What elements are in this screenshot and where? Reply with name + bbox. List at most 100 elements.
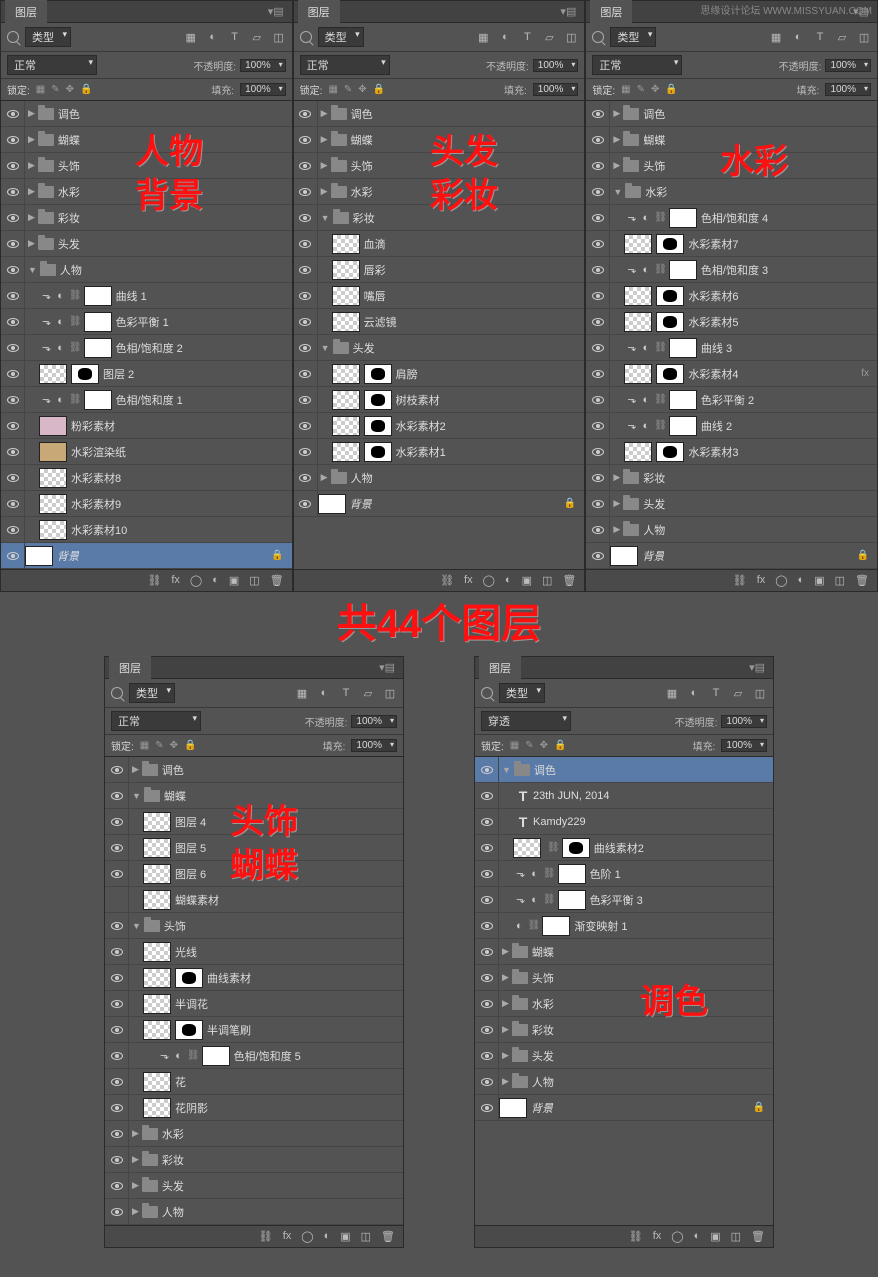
mask-thumbnail[interactable] <box>364 390 392 410</box>
visibility-toggle[interactable] <box>1 101 25 126</box>
mask-thumbnail[interactable] <box>558 864 586 884</box>
visibility-toggle[interactable] <box>586 101 610 126</box>
expand-arrow-icon[interactable]: ▶ <box>129 1128 142 1139</box>
visibility-toggle[interactable] <box>1 387 25 412</box>
layer-row[interactable]: ▶头发 <box>586 491 877 517</box>
layer-row[interactable]: T23th JUN, 2014 <box>475 783 773 809</box>
fill-input[interactable]: 100% <box>721 739 767 752</box>
visibility-toggle[interactable] <box>586 413 610 438</box>
lock-paint-icon[interactable]: ✎ <box>155 740 163 751</box>
layer-thumbnail[interactable] <box>332 234 360 254</box>
expand-arrow-icon[interactable]: ▶ <box>129 1154 142 1165</box>
layer-row[interactable]: ⬎◐⛓色彩平衡 3 <box>475 887 773 913</box>
layer-thumbnail[interactable] <box>39 520 67 540</box>
layer-row[interactable]: ◐⛓渐变映射 1 <box>475 913 773 939</box>
layer-row[interactable]: 水彩素材2 <box>294 413 585 439</box>
visibility-toggle[interactable] <box>105 809 129 834</box>
mask-thumbnail[interactable] <box>656 442 684 462</box>
expand-arrow-icon[interactable]: ▶ <box>610 134 623 145</box>
layer-name[interactable]: 人物 <box>532 1074 554 1090</box>
layer-row[interactable]: ⬎◐⛓曲线 3 <box>586 335 877 361</box>
visibility-toggle[interactable] <box>294 231 318 256</box>
layer-name[interactable]: 渐变映射 1 <box>574 918 627 934</box>
mask-icon[interactable]: ◯ <box>301 1230 313 1243</box>
filter-smart-icon[interactable]: ◫ <box>564 30 578 44</box>
visibility-toggle[interactable] <box>586 127 610 152</box>
filter-adjustment-icon[interactable]: ◐ <box>687 686 701 700</box>
layer-row[interactable]: 唇彩 <box>294 257 585 283</box>
filter-pixel-icon[interactable]: ▦ <box>665 686 679 700</box>
layer-name[interactable]: 蝴蝶 <box>58 132 80 148</box>
mask-icon[interactable]: ◯ <box>483 574 495 587</box>
filter-shape-icon[interactable]: ▱ <box>250 30 264 44</box>
panel-menu-icon[interactable]: ▾▤ <box>264 5 288 18</box>
layer-row[interactable]: 半调笔刷 <box>105 1017 403 1043</box>
layer-name[interactable]: 蝴蝶 <box>532 944 554 960</box>
lock-position-icon[interactable]: ✥ <box>358 84 366 95</box>
visibility-toggle[interactable] <box>1 257 25 282</box>
layer-name[interactable]: 花阴影 <box>175 1100 208 1116</box>
lock-paint-icon[interactable]: ✎ <box>525 740 533 751</box>
layer-name[interactable]: 光线 <box>175 944 197 960</box>
fill-input[interactable]: 100% <box>533 83 579 96</box>
mask-icon[interactable]: ◯ <box>671 1230 683 1243</box>
layers-tab[interactable]: 图层 <box>590 0 632 23</box>
expand-arrow-icon[interactable]: ▶ <box>318 472 331 483</box>
visibility-toggle[interactable] <box>475 991 499 1016</box>
expand-arrow-icon[interactable]: ▶ <box>610 160 623 171</box>
layer-thumbnail[interactable] <box>332 416 360 436</box>
fill-input[interactable]: 100% <box>351 739 397 752</box>
layer-name[interactable]: 图层 4 <box>175 814 206 830</box>
layer-thumbnail[interactable] <box>39 494 67 514</box>
layer-row[interactable]: 水彩素材8 <box>1 465 292 491</box>
layer-row[interactable]: ▶头发 <box>1 231 292 257</box>
layer-name[interactable]: 23th JUN, 2014 <box>533 790 609 802</box>
filter-shape-icon[interactable]: ▱ <box>731 686 745 700</box>
expand-arrow-icon[interactable]: ▶ <box>610 498 623 509</box>
mask-thumbnail[interactable] <box>656 364 684 384</box>
lock-all-icon[interactable]: 🔒 <box>184 740 196 751</box>
layer-name[interactable]: 色相/饱和度 5 <box>234 1048 301 1064</box>
visibility-toggle[interactable] <box>105 1043 129 1068</box>
layer-row[interactable]: 水彩素材1 <box>294 439 585 465</box>
layer-name[interactable]: 调色 <box>162 762 184 778</box>
expand-arrow-icon[interactable]: ▶ <box>499 972 512 983</box>
layer-name[interactable]: 背景 <box>57 548 79 564</box>
visibility-toggle[interactable] <box>294 387 318 412</box>
layer-row[interactable]: ▼调色 <box>475 757 773 783</box>
expand-arrow-icon[interactable]: ▶ <box>318 134 331 145</box>
layer-thumbnail[interactable] <box>143 812 171 832</box>
expand-arrow-icon[interactable]: ▼ <box>129 921 144 931</box>
link-layers-icon[interactable]: ⛓ <box>147 574 161 587</box>
expand-arrow-icon[interactable]: ▼ <box>318 213 333 223</box>
filter-pixel-icon[interactable]: ▦ <box>295 686 309 700</box>
layer-row[interactable]: 花 <box>105 1069 403 1095</box>
layer-name[interactable]: 蝴蝶 <box>351 132 373 148</box>
layer-row[interactable]: ⬎◐⛓曲线 2 <box>586 413 877 439</box>
visibility-toggle[interactable] <box>475 1069 499 1094</box>
delete-icon[interactable]: 🗑 <box>855 574 869 587</box>
filter-text-icon[interactable]: T <box>339 686 353 700</box>
layer-thumbnail[interactable] <box>143 890 171 910</box>
layer-row[interactable]: ▶头饰 <box>1 153 292 179</box>
visibility-toggle[interactable] <box>475 835 499 860</box>
layer-thumbnail[interactable] <box>143 1020 171 1040</box>
group-icon[interactable]: ▣ <box>710 1230 720 1243</box>
layer-name[interactable]: 树枝素材 <box>396 392 440 408</box>
layer-row[interactable]: ▶蝴蝶 <box>586 127 877 153</box>
layer-name[interactable]: 调色 <box>643 106 665 122</box>
visibility-toggle[interactable] <box>294 179 318 204</box>
lock-position-icon[interactable]: ✥ <box>66 84 74 95</box>
filter-type-dropdown[interactable]: 类型 <box>25 27 71 47</box>
layer-row[interactable]: 图层 6 <box>105 861 403 887</box>
blend-mode-dropdown[interactable]: 正常 <box>111 711 201 731</box>
filter-pixel-icon[interactable]: ▦ <box>184 30 198 44</box>
layer-thumbnail[interactable] <box>624 442 652 462</box>
layer-row[interactable]: ▶人物 <box>475 1069 773 1095</box>
layer-row[interactable]: 背景🔒 <box>586 543 877 569</box>
mask-thumbnail[interactable] <box>84 312 112 332</box>
layer-name[interactable]: 水彩素材6 <box>688 288 738 304</box>
filter-smart-icon[interactable]: ◫ <box>857 30 871 44</box>
layer-name[interactable]: 背景 <box>531 1100 553 1116</box>
filter-type-dropdown[interactable]: 类型 <box>610 27 656 47</box>
